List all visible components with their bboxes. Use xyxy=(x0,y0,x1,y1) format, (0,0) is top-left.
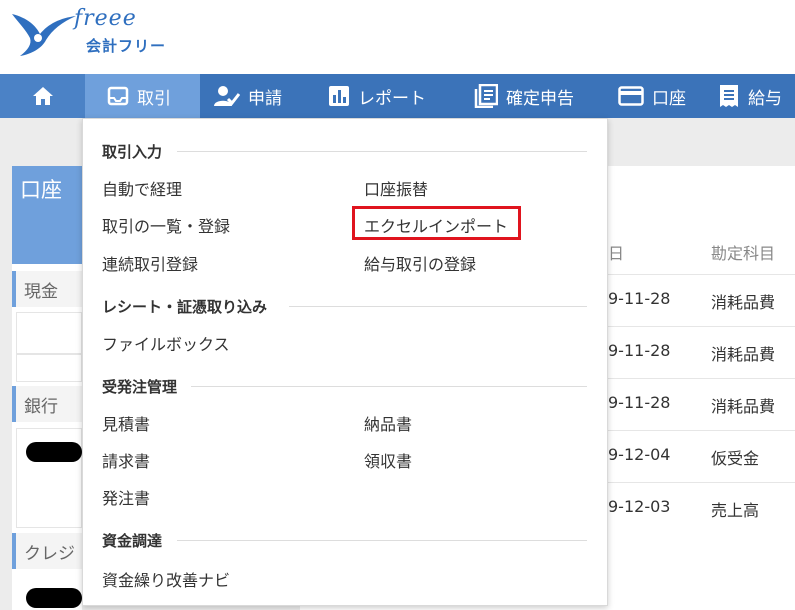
nav-koza[interactable]: 口座 xyxy=(604,74,718,118)
torihiki-dropdown-menu: 取引入力 自動で経理 口座振替 取引の一覧・登録 エクセルインポート 連続取引登… xyxy=(82,118,608,606)
menu-item-auto-accounting[interactable]: 自動で経理 xyxy=(102,176,182,200)
receipt-icon xyxy=(718,84,740,108)
row-account: 消耗品費 xyxy=(711,293,776,312)
section-divider xyxy=(289,306,587,307)
row-date: 9-12-03 xyxy=(608,497,671,516)
section-divider xyxy=(177,540,587,541)
nav-torihiki[interactable]: 取引 xyxy=(85,74,200,118)
menu-item-purchase-order[interactable]: 発注書 xyxy=(102,485,150,509)
nav-koza-label: 口座 xyxy=(652,88,686,109)
bar-chart-icon xyxy=(328,85,350,107)
redacted-card-name xyxy=(26,588,82,608)
menu-item-delivery-note[interactable]: 納品書 xyxy=(364,411,412,435)
nav-report-label: レポート xyxy=(358,88,426,109)
table-row[interactable]: 9-12-03 売上高 xyxy=(608,482,795,534)
menu-item-invoice[interactable]: 請求書 xyxy=(102,448,150,472)
menu-item-receipt[interactable]: 領収書 xyxy=(364,448,412,472)
menu-item-payroll-entry[interactable]: 給与取引の登録 xyxy=(364,251,476,275)
sidebar-title: 口座 xyxy=(12,166,82,264)
row-date: 9-11-28 xyxy=(608,289,671,308)
nav-shinsei[interactable]: 申請 xyxy=(200,74,310,118)
row-account: 消耗品費 xyxy=(711,397,776,416)
sidebar-section-cash[interactable]: 現金 xyxy=(12,271,82,307)
nav-report[interactable]: レポート xyxy=(310,74,458,118)
home-icon xyxy=(32,87,53,105)
row-date: 9-11-28 xyxy=(608,341,671,360)
section-divider xyxy=(191,386,587,387)
credit-card-icon xyxy=(618,86,644,106)
nav-kyuyo[interactable]: 給与 xyxy=(718,74,795,118)
menu-item-continuous-entry[interactable]: 連続取引登録 xyxy=(102,251,198,275)
redacted-bank-name xyxy=(26,442,82,462)
section-title-receipt-import: レシート・証憑取り込み xyxy=(102,298,268,316)
column-header-date: 日 xyxy=(608,244,625,263)
table-row[interactable]: 9-11-28 消耗品費 xyxy=(608,378,795,430)
logo-brand-text: freee xyxy=(74,6,137,31)
nav-kakutei-label: 確定申告 xyxy=(506,88,574,109)
row-account: 消耗品費 xyxy=(711,345,776,364)
menu-item-quotation[interactable]: 見積書 xyxy=(102,411,150,435)
row-account: 売上高 xyxy=(711,501,760,520)
table-row[interactable]: 9-11-28 消耗品費 xyxy=(608,274,795,326)
row-date: 9-12-04 xyxy=(608,445,671,464)
section-title-financing: 資金調達 xyxy=(102,532,163,550)
user-check-icon xyxy=(214,85,240,107)
nav-home[interactable] xyxy=(0,74,85,118)
menu-item-file-box[interactable]: ファイルボックス xyxy=(102,331,230,355)
logo-product-text: 会計フリー xyxy=(86,37,167,55)
menu-item-cashflow-navi[interactable]: 資金繰り改善ナビ xyxy=(102,567,230,591)
app-header: freee 会計フリー xyxy=(0,0,795,74)
nav-kakutei[interactable]: 確定申告 xyxy=(458,74,604,118)
menu-item-account-transfer[interactable]: 口座振替 xyxy=(364,176,428,200)
sidebar-section-credit[interactable]: クレジ xyxy=(12,533,82,569)
sidebar-section-bank[interactable]: 銀行 xyxy=(12,386,82,422)
freee-logo[interactable]: freee 会計フリー xyxy=(8,4,178,64)
main-nav: 取引 申請 レポート 確定申告 口座 給与 xyxy=(0,74,795,118)
column-header-account: 勘定科目 xyxy=(711,244,776,263)
section-title-order-management: 受発注管理 xyxy=(102,378,178,396)
section-title-torihiki-input: 取引入力 xyxy=(102,143,163,161)
inbox-icon xyxy=(107,86,129,106)
table-row[interactable]: 9-11-28 消耗品費 xyxy=(608,326,795,378)
section-divider xyxy=(177,151,587,152)
sidebar-cash-box-2 xyxy=(16,354,82,382)
row-date: 9-11-28 xyxy=(608,393,671,412)
sidebar-cash-box xyxy=(16,312,82,354)
nav-kyuyo-label: 給与 xyxy=(748,88,782,109)
menu-item-transaction-list[interactable]: 取引の一覧・登録 xyxy=(102,213,230,237)
row-account: 仮受金 xyxy=(711,449,760,468)
excel-import-highlight-box xyxy=(352,206,521,240)
nav-torihiki-label: 取引 xyxy=(137,88,171,109)
swallow-logo-icon xyxy=(12,14,76,56)
document-stack-icon xyxy=(474,84,498,108)
nav-shinsei-label: 申請 xyxy=(248,88,282,109)
table-row[interactable]: 9-12-04 仮受金 xyxy=(608,430,795,482)
